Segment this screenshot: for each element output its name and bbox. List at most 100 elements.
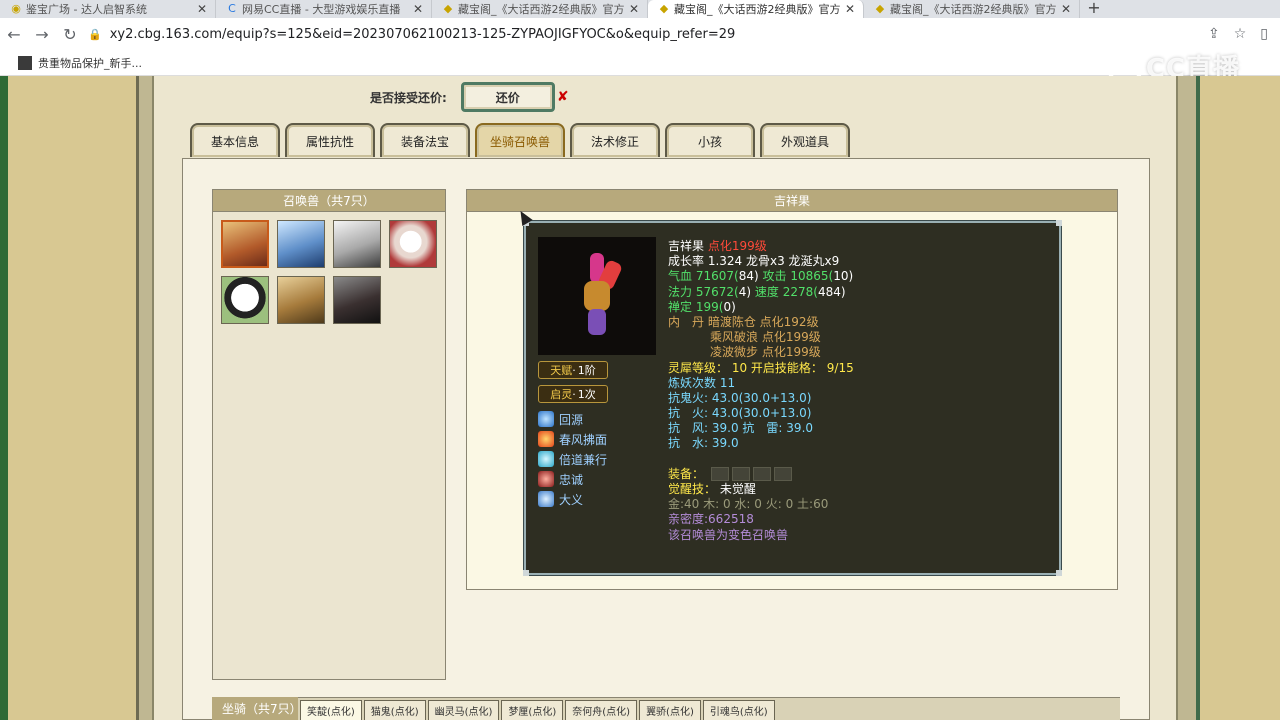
resist-wind-value: 39.0 [711, 421, 739, 436]
hp-close: ) [753, 269, 759, 284]
close-icon[interactable]: ✕ [629, 2, 639, 16]
skill-icon [538, 471, 554, 487]
awaken-skill-value: 未觉醒 [719, 482, 756, 496]
browser-tab-label: 网易CC直播 - 大型游戏娱乐直播 [242, 3, 401, 16]
close-icon[interactable]: ✕ [845, 2, 855, 16]
skill-name: 忠诚 [559, 472, 584, 487]
sidebar-icon[interactable]: ▯ [1260, 26, 1268, 42]
equip-slot[interactable] [752, 467, 771, 482]
tab-equipment[interactable]: 装备法宝 [380, 123, 470, 157]
address-bar: ← → ↻ 🔒 xy2.cbg.163.com/equip?s=125&eid=… [0, 18, 1280, 50]
browser-tab-2[interactable]: C 网易CC直播 - 大型游戏娱乐直播 ✕ [216, 0, 432, 18]
resist-fire-value: 43.0(30.0+13.0) [711, 406, 812, 421]
equip-slot[interactable] [773, 467, 792, 482]
atk-extra: 10 [833, 269, 849, 284]
skill-item[interactable]: 倍道兼行 [538, 449, 607, 469]
reload-icon[interactable]: ↻ [56, 25, 84, 44]
card-corner [1056, 570, 1062, 576]
soul-slots: 9/15 [826, 360, 854, 375]
browser-tab-label: 藏宝阁_《大话西游2经典版》官方 [458, 3, 625, 16]
card-corner [1056, 220, 1062, 226]
resist-ghostfire-label: 抗鬼火: [668, 390, 709, 405]
browser-tab-3[interactable]: ◆ 藏宝阁_《大话西游2经典版》官方 ✕ [432, 0, 648, 18]
spd-value: 2278( [782, 284, 818, 299]
forward-icon[interactable]: → [28, 25, 56, 44]
mount-tab[interactable]: 笑靛(点化) [300, 700, 362, 720]
close-icon[interactable]: ✕ [197, 2, 207, 16]
skill-icon [538, 431, 554, 447]
summon-avatar[interactable] [277, 220, 325, 268]
counter-offer-row: 是否接受还价: 还价 ✘ [370, 82, 569, 112]
mount-tab[interactable]: 猫鬼(点化) [363, 700, 426, 720]
summon-avatar[interactable] [221, 220, 269, 268]
talent-label: 天赋 [550, 364, 573, 377]
hp-extra: 84 [738, 269, 754, 284]
mount-tab[interactable]: 幽灵马(点化) [427, 700, 500, 720]
summon-stats: 吉祥果 点化199级 成长率 1.324 龙骨x3 龙涎丸x9 气血 71607… [668, 239, 854, 543]
browser-tab-label: 藏宝阁_《大话西游2经典版》官方 [674, 3, 841, 16]
equip-slot[interactable] [710, 467, 729, 482]
mount-tab[interactable]: 翼骄(点化) [639, 700, 701, 720]
tab-mounts-summons[interactable]: 坐骑召唤兽 [475, 123, 565, 157]
back-icon[interactable]: ← [0, 25, 28, 44]
background-right [1200, 76, 1280, 720]
summon-avatar[interactable] [333, 220, 381, 268]
skill-item[interactable]: 春风拂面 [538, 429, 607, 449]
bookmark-item[interactable]: 贵重物品保护_新手... [38, 55, 142, 71]
summon-avatar[interactable] [277, 276, 325, 324]
skill-item[interactable]: 大义 [538, 489, 607, 509]
card-corner [523, 570, 529, 576]
skill-icon [538, 491, 554, 507]
spd-label: 速度 [754, 284, 779, 299]
mount-tab[interactable]: 引魂鸟(点化) [702, 700, 775, 720]
url-text: xy2.cbg.163.com/equip?s=125&eid=20230706… [109, 26, 736, 42]
summon-avatar[interactable] [333, 276, 381, 324]
browser-tab-bar: ◉ 鉴宝广场 - 达人启智系统 ✕ C 网易CC直播 - 大型游戏娱乐直播 ✕ … [0, 0, 1280, 18]
bookmark-icon [18, 55, 32, 70]
tab-children[interactable]: 小孩 [665, 123, 755, 157]
atk-label: 攻击 [762, 269, 787, 284]
summon-avatars [213, 212, 445, 324]
counter-offer-button[interactable]: 还价 [460, 82, 555, 112]
resist-ghostfire-value: 43.0(30.0+13.0) [711, 390, 812, 405]
skill-item[interactable]: 回源 [538, 409, 607, 429]
inner-core-3: 凌波微步 点化199级 [710, 345, 821, 360]
atk-value: 10865( [790, 269, 834, 284]
tab-attributes[interactable]: 属性抗性 [285, 123, 375, 157]
mp-close: ) [746, 284, 752, 299]
browser-tab-4[interactable]: ◆ 藏宝阁_《大话西游2经典版》官方 ✕ [648, 0, 864, 18]
summon-avatar[interactable] [389, 220, 437, 268]
hp-value: 71607( [695, 269, 739, 284]
tab-basic-info[interactable]: 基本信息 [190, 123, 280, 157]
mp-value: 57672( [695, 284, 739, 299]
awaken-badge-value: 1次 [577, 388, 596, 401]
zen-extra: 0 [723, 299, 732, 314]
frame-right [1176, 76, 1200, 720]
mount-tab[interactable]: 奈何舟(点化) [565, 700, 638, 720]
tab-appearance[interactable]: 外观道具 [760, 123, 850, 157]
color-variant-note: 该召唤兽为变色召唤兽 [668, 527, 789, 542]
star-icon[interactable]: ☆ [1234, 26, 1247, 42]
resist-thunder-label: 抗 雷: [742, 421, 783, 436]
skill-icon [538, 411, 554, 427]
url-field[interactable]: 🔒 xy2.cbg.163.com/equip?s=125&eid=202307… [88, 22, 1208, 46]
summon-portrait [538, 237, 656, 355]
intimacy: 亲密度:662518 [668, 512, 754, 527]
summon-list: 召唤兽（共7只） [212, 189, 446, 680]
mount-tab[interactable]: 梦厘(点化) [501, 700, 564, 720]
skill-item[interactable]: 忠诚 [538, 469, 607, 489]
equip-slot[interactable] [731, 467, 750, 482]
zen-label: 禅定 [668, 299, 693, 314]
share-icon[interactable]: ⇪ [1208, 26, 1220, 42]
summon-name-tag: 点化199级 [707, 239, 767, 253]
browser-tab-5[interactable]: ◆ 藏宝阁_《大话西游2经典版》官方 ✕ [864, 0, 1080, 18]
summon-avatar[interactable] [221, 276, 269, 324]
close-icon[interactable]: ✕ [1061, 2, 1071, 16]
close-icon[interactable]: ✕ [413, 2, 423, 16]
new-tab-button[interactable]: + [1080, 0, 1108, 18]
browser-tab-label: 藏宝阁_《大话西游2经典版》官方 [890, 3, 1057, 16]
tab-spell-mods[interactable]: 法术修正 [570, 123, 660, 157]
browser-tab-1[interactable]: ◉ 鉴宝广场 - 达人启智系统 ✕ [0, 0, 216, 18]
cbg-icon: ◆ [443, 2, 453, 15]
equip-label: 装备： [668, 466, 705, 481]
